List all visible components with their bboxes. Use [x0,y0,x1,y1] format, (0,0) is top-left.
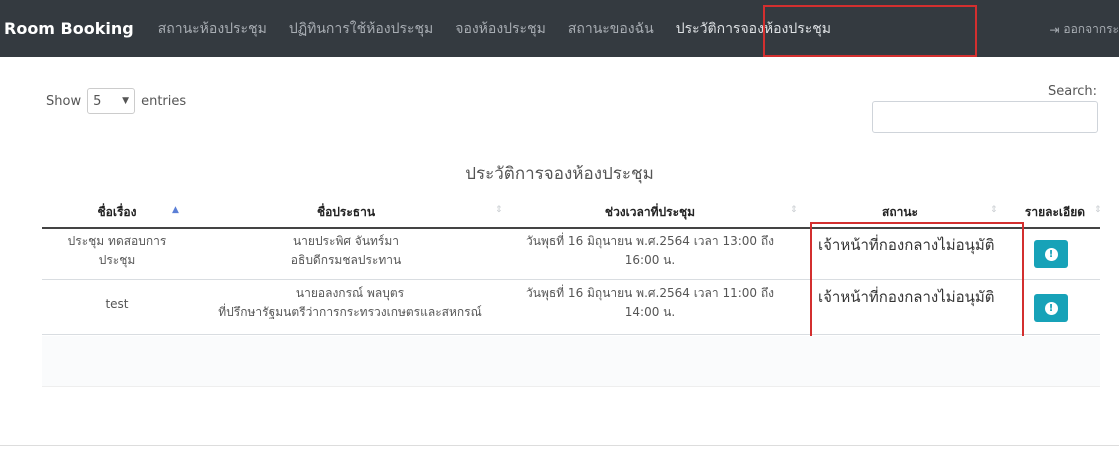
col-header-time[interactable]: ช่วงเวลาที่ประชุม [500,197,800,227]
details-button[interactable]: ! [1034,240,1068,268]
entries-select[interactable]: 5 ▼ [87,88,136,114]
sort-asc-icon: ▲ [172,205,179,215]
chevron-down-icon: ▼ [122,96,130,106]
table-row-2-title: test [105,297,129,311]
show-label: Show [46,93,82,109]
entries-length-control: Show 5 ▼ entries [46,88,186,114]
logout-icon: ⇥ [1049,22,1060,37]
col-header-chair[interactable]: ชื่อประธาน [192,197,500,227]
table-row-1-title: ประชุม ทดสอบการ ประชุม [67,234,167,267]
nav-book-room[interactable]: จองห้องประชุม [455,18,546,40]
table-row-2-chair: นายอลงกรณ์ พลบุตร ที่ปรึกษารัฐมนตรีว่ากา… [218,286,482,319]
search-label: Search: [1048,84,1098,99]
info-icon: ! [1044,301,1058,315]
search-input[interactable] [872,101,1098,133]
details-button[interactable]: ! [1034,294,1068,322]
entries-select-value: 5 [93,93,102,109]
table-row-1-chair: นายประพิศ จันทร์มา อธิบดีกรมชลประทาน [290,234,402,267]
table-caption: ประวัติการจองห้องประชุม [465,164,654,184]
sort-icon: ⇕ [1094,205,1102,215]
divider [0,445,1119,446]
table-row-2-time: วันพุธที่ 16 มิถุนายน พ.ศ.2564 เวลา 11:0… [526,286,774,319]
brand-link[interactable]: Room Booking [4,19,134,38]
logout-link[interactable]: ⇥ ออกจากระ [1049,20,1119,39]
nav-calendar[interactable]: ปฏิทินการใช้ห้องประชุม [289,18,433,40]
sort-icon: ⇕ [790,205,798,215]
nav-room-status[interactable]: สถานะห้องประชุม [158,18,267,40]
logout-label: ออกจากระ [1063,22,1119,36]
info-icon: ! [1044,247,1058,261]
table-row-1-time: วันพุธที่ 16 มิถุนายน พ.ศ.2564 เวลา 13:0… [526,234,774,267]
table-scroll-area[interactable] [42,336,1100,387]
entries-label: entries [141,93,187,109]
sort-icon: ⇕ [990,205,998,215]
nav-my-status[interactable]: สถานะของฉัน [568,18,654,40]
status-highlight-box [810,222,1024,340]
nav-highlight-box [763,5,977,57]
col-header-title[interactable]: ชื่อเรื่อง [42,197,192,227]
